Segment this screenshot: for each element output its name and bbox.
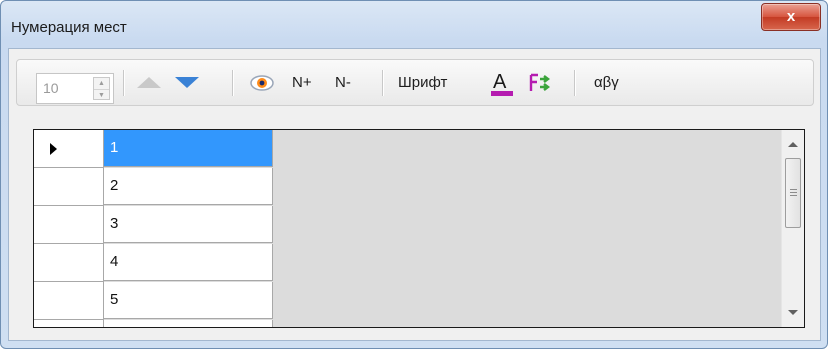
- row-header[interactable]: [34, 282, 104, 320]
- window-title: Нумерация мест: [11, 19, 127, 36]
- grip-line: [790, 192, 797, 193]
- spinner-value[interactable]: 10: [43, 80, 59, 96]
- vertical-scrollbar[interactable]: [781, 130, 804, 327]
- spinner-buttons: ▲ ▼: [93, 77, 110, 100]
- move-down-icon[interactable]: [175, 77, 199, 88]
- seat-number-cell[interactable]: 5: [104, 282, 273, 319]
- row-header[interactable]: [34, 130, 104, 168]
- grip-line: [790, 189, 797, 190]
- row-header[interactable]: [34, 244, 104, 282]
- table-row[interactable]: 2: [34, 168, 274, 206]
- table-row[interactable]: 1: [34, 130, 274, 168]
- table-row[interactable]: 5: [34, 282, 274, 320]
- font-color-letter: A: [493, 71, 507, 93]
- toolbar-separator: [382, 70, 384, 96]
- window: Нумерация мест x 10 ▲ ▼ N+ N- Шрифт A αβ…: [0, 0, 828, 349]
- scroll-up-arrow-icon[interactable]: [788, 142, 798, 147]
- n-minus-button[interactable]: N-: [335, 74, 351, 91]
- table-row[interactable]: [34, 320, 274, 327]
- seat-numbers-grid[interactable]: 1 2 3 4 5: [33, 129, 805, 328]
- seat-number-cell[interactable]: [104, 320, 273, 327]
- n-plus-button[interactable]: N+: [292, 74, 312, 91]
- row-pointer-icon: [50, 143, 57, 155]
- move-up-icon[interactable]: [137, 77, 161, 88]
- grip-line: [790, 195, 797, 196]
- row-header[interactable]: [34, 320, 104, 327]
- table-row[interactable]: 4: [34, 244, 274, 282]
- spin-down-arrow-icon[interactable]: ▼: [94, 90, 109, 101]
- count-spinner[interactable]: 10 ▲ ▼: [36, 73, 114, 104]
- spin-up-arrow-icon[interactable]: ▲: [94, 78, 109, 90]
- toolbar-separator: [232, 70, 234, 96]
- seat-number-cell[interactable]: 2: [104, 168, 273, 205]
- eye-icon[interactable]: [249, 72, 275, 94]
- close-button[interactable]: x: [761, 3, 821, 31]
- greek-letters-button[interactable]: αβγ: [594, 74, 619, 91]
- toolbar: 10 ▲ ▼ N+ N- Шрифт A αβγ: [16, 59, 814, 106]
- toolbar-separator: [123, 70, 125, 96]
- scroll-down-arrow-icon[interactable]: [788, 310, 798, 315]
- seat-number-cell[interactable]: 1: [104, 130, 273, 167]
- window-client-area: 10 ▲ ▼ N+ N- Шрифт A αβγ 1 2 3 4 5: [8, 48, 821, 341]
- seat-number-cell[interactable]: 4: [104, 244, 273, 281]
- row-header[interactable]: [34, 168, 104, 206]
- font-button[interactable]: Шрифт: [398, 74, 447, 91]
- row-header[interactable]: [34, 206, 104, 244]
- table-row[interactable]: 3: [34, 206, 274, 244]
- scroll-thumb[interactable]: [785, 158, 801, 228]
- seat-number-cell[interactable]: 3: [104, 206, 273, 243]
- toolbar-separator: [574, 70, 576, 96]
- font-swap-icon[interactable]: [528, 71, 552, 95]
- font-color-icon[interactable]: A: [490, 68, 514, 98]
